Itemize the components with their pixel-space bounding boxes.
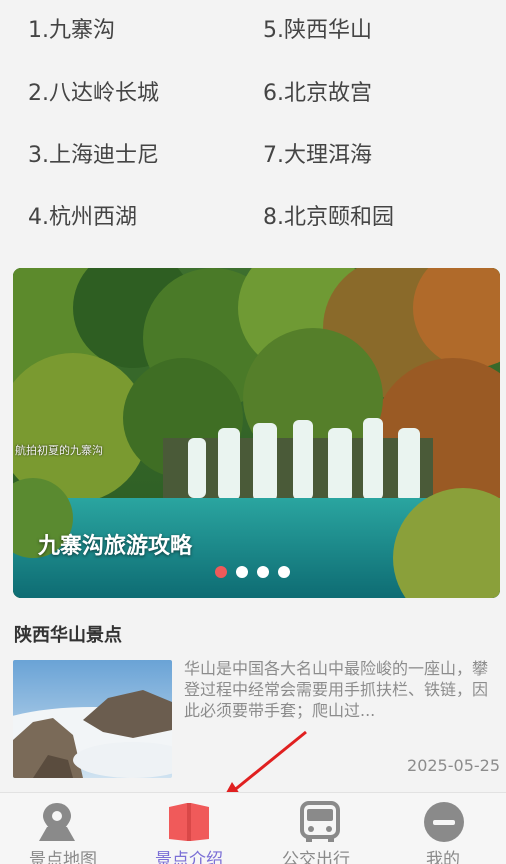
spot-list: 1.九寨沟 2.八达岭长城 3.上海迪士尼 4.杭州西湖 5.陕西华山 6.北京…: [0, 0, 506, 250]
spot-item-8[interactable]: 8.北京颐和园: [263, 203, 394, 233]
nav-label-map: 景点地图: [29, 850, 97, 864]
carousel-dot-3[interactable]: [257, 566, 269, 578]
spot-item-1[interactable]: 1.九寨沟: [28, 16, 115, 46]
article-summary: 华山是中国各大名山中最险峻的一座山，攀登过程中经常会需要用手抓扶栏、铁链，因此必…: [184, 659, 489, 720]
banner-title: 九寨沟旅游攻略: [38, 534, 193, 559]
nav-label-profile: 我的: [426, 850, 460, 864]
spot-item-4[interactable]: 4.杭州西湖: [28, 203, 137, 233]
carousel-indicators: [215, 566, 290, 578]
nav-intro[interactable]: 景点介绍: [126, 793, 252, 864]
article-date: 2025-05-25: [407, 756, 500, 775]
carousel-dot-4[interactable]: [278, 566, 290, 578]
spot-item-7[interactable]: 7.大理洱海: [263, 141, 372, 171]
spot-item-5[interactable]: 5.陕西华山: [263, 16, 372, 46]
nav-bus[interactable]: 公交出行: [253, 793, 379, 864]
nav-profile[interactable]: 我的: [380, 793, 506, 864]
carousel-dot-1[interactable]: [215, 566, 227, 578]
spot-item-2[interactable]: 2.八达岭长城: [28, 79, 159, 109]
nav-map[interactable]: 景点地图: [0, 793, 126, 864]
banner-carousel[interactable]: 航拍初夏的九寨沟 九寨沟旅游攻略: [13, 268, 500, 598]
bus-icon: [300, 801, 340, 842]
user-icon: [424, 802, 464, 842]
spot-item-3[interactable]: 3.上海迪士尼: [28, 141, 159, 171]
nav-label-intro: 景点介绍: [155, 850, 223, 864]
article-card[interactable]: 华山是中国各大名山中最险峻的一座山，攀登过程中经常会需要用手抓扶栏、铁链，因此必…: [13, 658, 500, 780]
map-pin-icon: [39, 803, 75, 841]
carousel-dot-2[interactable]: [236, 566, 248, 578]
section-title: 陕西华山景点: [14, 625, 122, 646]
article-thumbnail: [13, 660, 172, 778]
nav-label-bus: 公交出行: [282, 850, 350, 864]
book-icon: [169, 803, 209, 841]
spot-item-6[interactable]: 6.北京故宫: [263, 79, 372, 109]
bottom-nav: 景点地图 景点介绍 公交出行 我的: [0, 792, 506, 864]
banner-small-caption: 航拍初夏的九寨沟: [15, 444, 103, 457]
